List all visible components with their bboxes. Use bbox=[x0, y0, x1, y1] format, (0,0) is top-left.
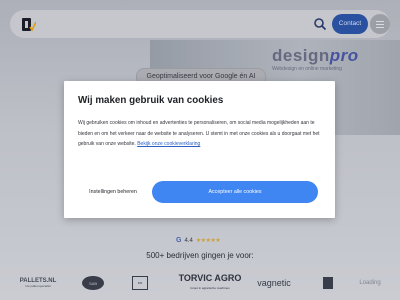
cookie-dialog-title: Wij maken gebruik van cookies bbox=[78, 95, 224, 106]
accept-all-cookies-button[interactable]: Accepteer alle cookies bbox=[152, 181, 318, 203]
cookie-dialog-body: Wij gebruiken cookies om inhoud en adver… bbox=[78, 118, 324, 150]
cookie-policy-link[interactable]: Bekijk onze cookieverklaring bbox=[137, 141, 200, 147]
cookie-consent-dialog: Wij maken gebruik van cookies Wij gebrui… bbox=[64, 81, 335, 218]
manage-settings-button[interactable]: Instellingen beheren bbox=[78, 183, 148, 202]
